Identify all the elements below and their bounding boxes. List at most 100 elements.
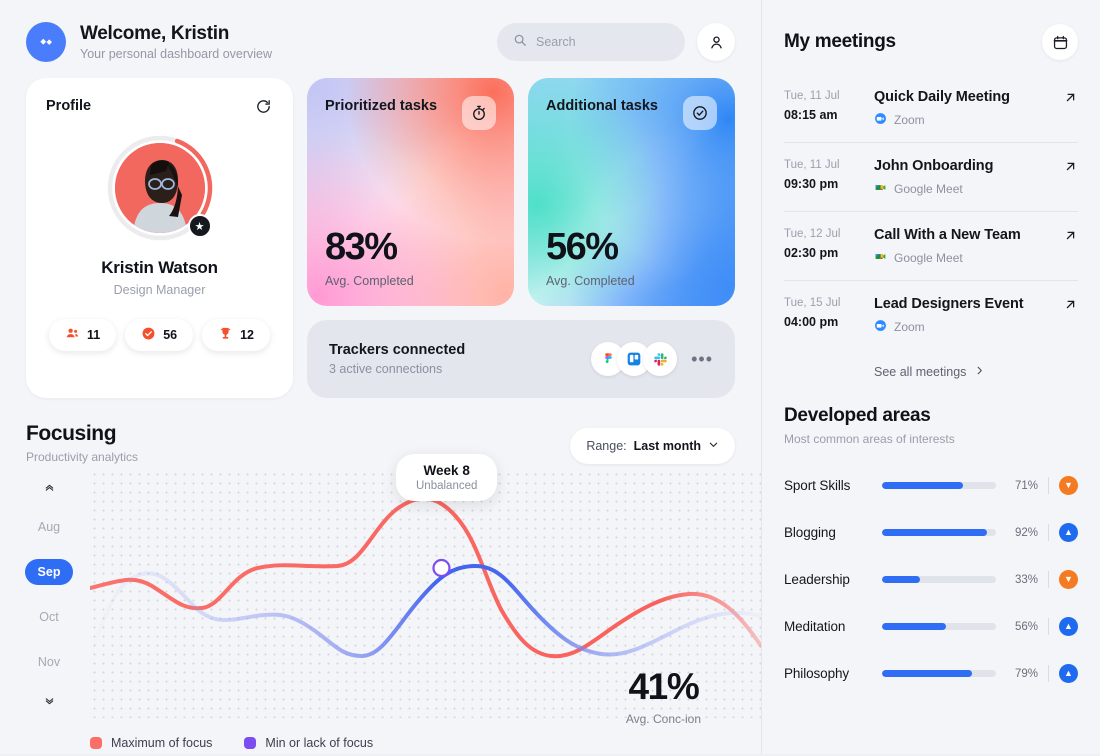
areas-list: Sport Skills 71% ▼ Blogging 92% ▲ Leader… — [784, 462, 1078, 697]
stat-pill-tasks[interactable]: 56 — [125, 319, 194, 351]
chevron-right-icon — [974, 365, 985, 379]
user-icon[interactable] — [697, 23, 735, 61]
diamond-logo-icon — [26, 22, 66, 62]
stat-value: 11 — [86, 328, 101, 342]
progress-fill — [882, 529, 987, 536]
meeting-when: Tue, 12 Jul 02:30 pm — [784, 227, 860, 260]
progress-track[interactable] — [882, 529, 996, 536]
meeting-item[interactable]: Tue, 15 Jul 04:00 pm Lead Designers Even… — [784, 281, 1078, 349]
stat-pill-awards[interactable]: 12 — [202, 319, 271, 351]
chevron-up-icon[interactable] — [43, 470, 56, 504]
meeting-when: Tue, 15 Jul 04:00 pm — [784, 296, 860, 329]
progress-track[interactable] — [882, 482, 996, 489]
refresh-icon[interactable] — [253, 96, 273, 116]
stat-caption: Avg. Conc-ion — [625, 712, 701, 726]
developed-title: Developed areas — [784, 405, 931, 426]
platform-label: Zoom — [894, 320, 925, 334]
profile-card-header: Profile — [46, 96, 273, 116]
meeting-date: Tue, 11 Jul — [784, 159, 840, 171]
trackers-title: Trackers connected — [329, 342, 466, 358]
calendar-icon[interactable] — [1042, 24, 1078, 60]
legend-swatch — [244, 737, 257, 749]
progress-fill — [882, 482, 963, 489]
meeting-name: Quick Daily Meeting — [874, 89, 1010, 105]
trend-up-icon: ▲ — [1059, 617, 1078, 636]
area-name: Blogging — [784, 525, 836, 540]
slack-icon[interactable] — [643, 342, 678, 376]
meeting-platform: Zoom — [874, 319, 1049, 335]
area-name: Philosophy — [784, 666, 850, 681]
range-selector[interactable]: Range: Last month — [570, 428, 735, 464]
profile-name: Kristin Watson — [101, 258, 218, 277]
meeting-platform: Google Meet — [874, 250, 1049, 266]
check-circle-icon — [141, 326, 156, 344]
legend-item-max: Maximum of focus — [90, 736, 212, 750]
arrow-up-right-icon[interactable] — [1063, 227, 1078, 246]
meeting-main: John Onboarding Google Meet — [874, 158, 1049, 197]
arrow-up-right-icon[interactable] — [1063, 158, 1078, 177]
developed-areas-section: Developed areas Most common areas of int… — [784, 405, 1078, 697]
month-sep[interactable]: Sep — [24, 558, 74, 585]
area-name: Leadership — [784, 572, 850, 587]
meeting-name: John Onboarding — [874, 158, 994, 174]
header-actions: Search — [497, 23, 735, 61]
stat-value: 12 — [240, 328, 255, 342]
meeting-time: 02:30 pm — [784, 246, 839, 260]
meeting-platform: Zoom — [874, 112, 1049, 128]
meeting-item[interactable]: Tue, 11 Jul 09:30 pm John Onboarding Goo… — [784, 143, 1078, 212]
meeting-name: Lead Designers Event — [874, 296, 1024, 312]
meeting-item[interactable]: Tue, 12 Jul 02:30 pm Call With a New Tea… — [784, 212, 1078, 281]
card-top: Additional tasks — [546, 96, 717, 130]
chevron-down-icon[interactable] — [43, 684, 56, 718]
prioritized-tasks-card[interactable]: Prioritized tasks 83% Avg. Completed — [307, 78, 514, 306]
chart-marker-week8 — [432, 558, 451, 578]
platform-label: Zoom — [894, 113, 925, 127]
focusing-subtitle: Productivity analytics — [26, 450, 139, 464]
meeting-time: 09:30 pm — [784, 177, 839, 191]
tooltip-title: Week 8 — [423, 463, 470, 478]
see-all-meetings-link[interactable]: See all meetings — [784, 349, 1078, 379]
page-title: Welcome, Kristin — [80, 23, 229, 44]
ellipsis-icon[interactable]: ••• — [691, 350, 713, 368]
meeting-main: Lead Designers Event Zoom — [874, 296, 1049, 335]
people-icon — [65, 326, 80, 344]
progress-track[interactable] — [882, 670, 996, 677]
star-icon: ★ — [187, 214, 212, 238]
meeting-item[interactable]: Tue, 11 Jul 08:15 am Quick Daily Meeting… — [784, 74, 1078, 143]
divider — [1048, 524, 1049, 541]
area-row: Blogging 92% ▲ — [784, 509, 1078, 556]
arrow-up-right-icon[interactable] — [1063, 89, 1078, 108]
month-aug[interactable]: Aug — [38, 504, 60, 549]
google-meet-icon — [874, 250, 887, 266]
meetings-list: Tue, 11 Jul 08:15 am Quick Daily Meeting… — [784, 74, 1078, 379]
focusing-chart: Aug Sep Oct Nov Week 8 Unbalanced 41% Av… — [24, 454, 761, 756]
zoom-icon — [874, 319, 887, 335]
chevron-down-icon — [708, 439, 719, 453]
chart-tooltip: Week 8 Unbalanced — [396, 454, 498, 501]
progress-track[interactable] — [882, 623, 996, 630]
trend-up-icon: ▲ — [1059, 523, 1078, 542]
additional-tasks-card[interactable]: Additional tasks 56% Avg. Completed — [528, 78, 735, 306]
month-oct[interactable]: Oct — [39, 594, 58, 639]
progress-fill — [882, 670, 973, 677]
progress-fill — [882, 623, 946, 630]
card-percent: 83% — [325, 226, 398, 268]
month-selector: Aug Sep Oct Nov — [24, 470, 74, 756]
month-nov[interactable]: Nov — [38, 639, 60, 684]
trophy-icon — [218, 326, 233, 344]
card-label: Additional tasks — [546, 98, 658, 114]
meeting-name: Call With a New Team — [874, 227, 1021, 243]
range-value: Last month — [633, 439, 701, 453]
search-input[interactable]: Search — [497, 23, 685, 61]
top-cards-row: Profile ★ Kristin Watson Design Manager … — [26, 78, 735, 398]
arrow-up-right-icon[interactable] — [1063, 296, 1078, 315]
profile-card-title: Profile — [46, 98, 92, 114]
progress-track[interactable] — [882, 576, 996, 583]
meeting-time: 04:00 pm — [784, 315, 839, 329]
avatar: ★ — [106, 134, 214, 242]
trend-up-icon: ▲ — [1059, 664, 1078, 683]
card-percent: 56% — [546, 226, 619, 268]
developed-subtitle: Most common areas of interests — [784, 432, 955, 446]
stat-pill-people[interactable]: 11 — [48, 319, 117, 351]
area-row: Meditation 56% ▲ — [784, 603, 1078, 650]
